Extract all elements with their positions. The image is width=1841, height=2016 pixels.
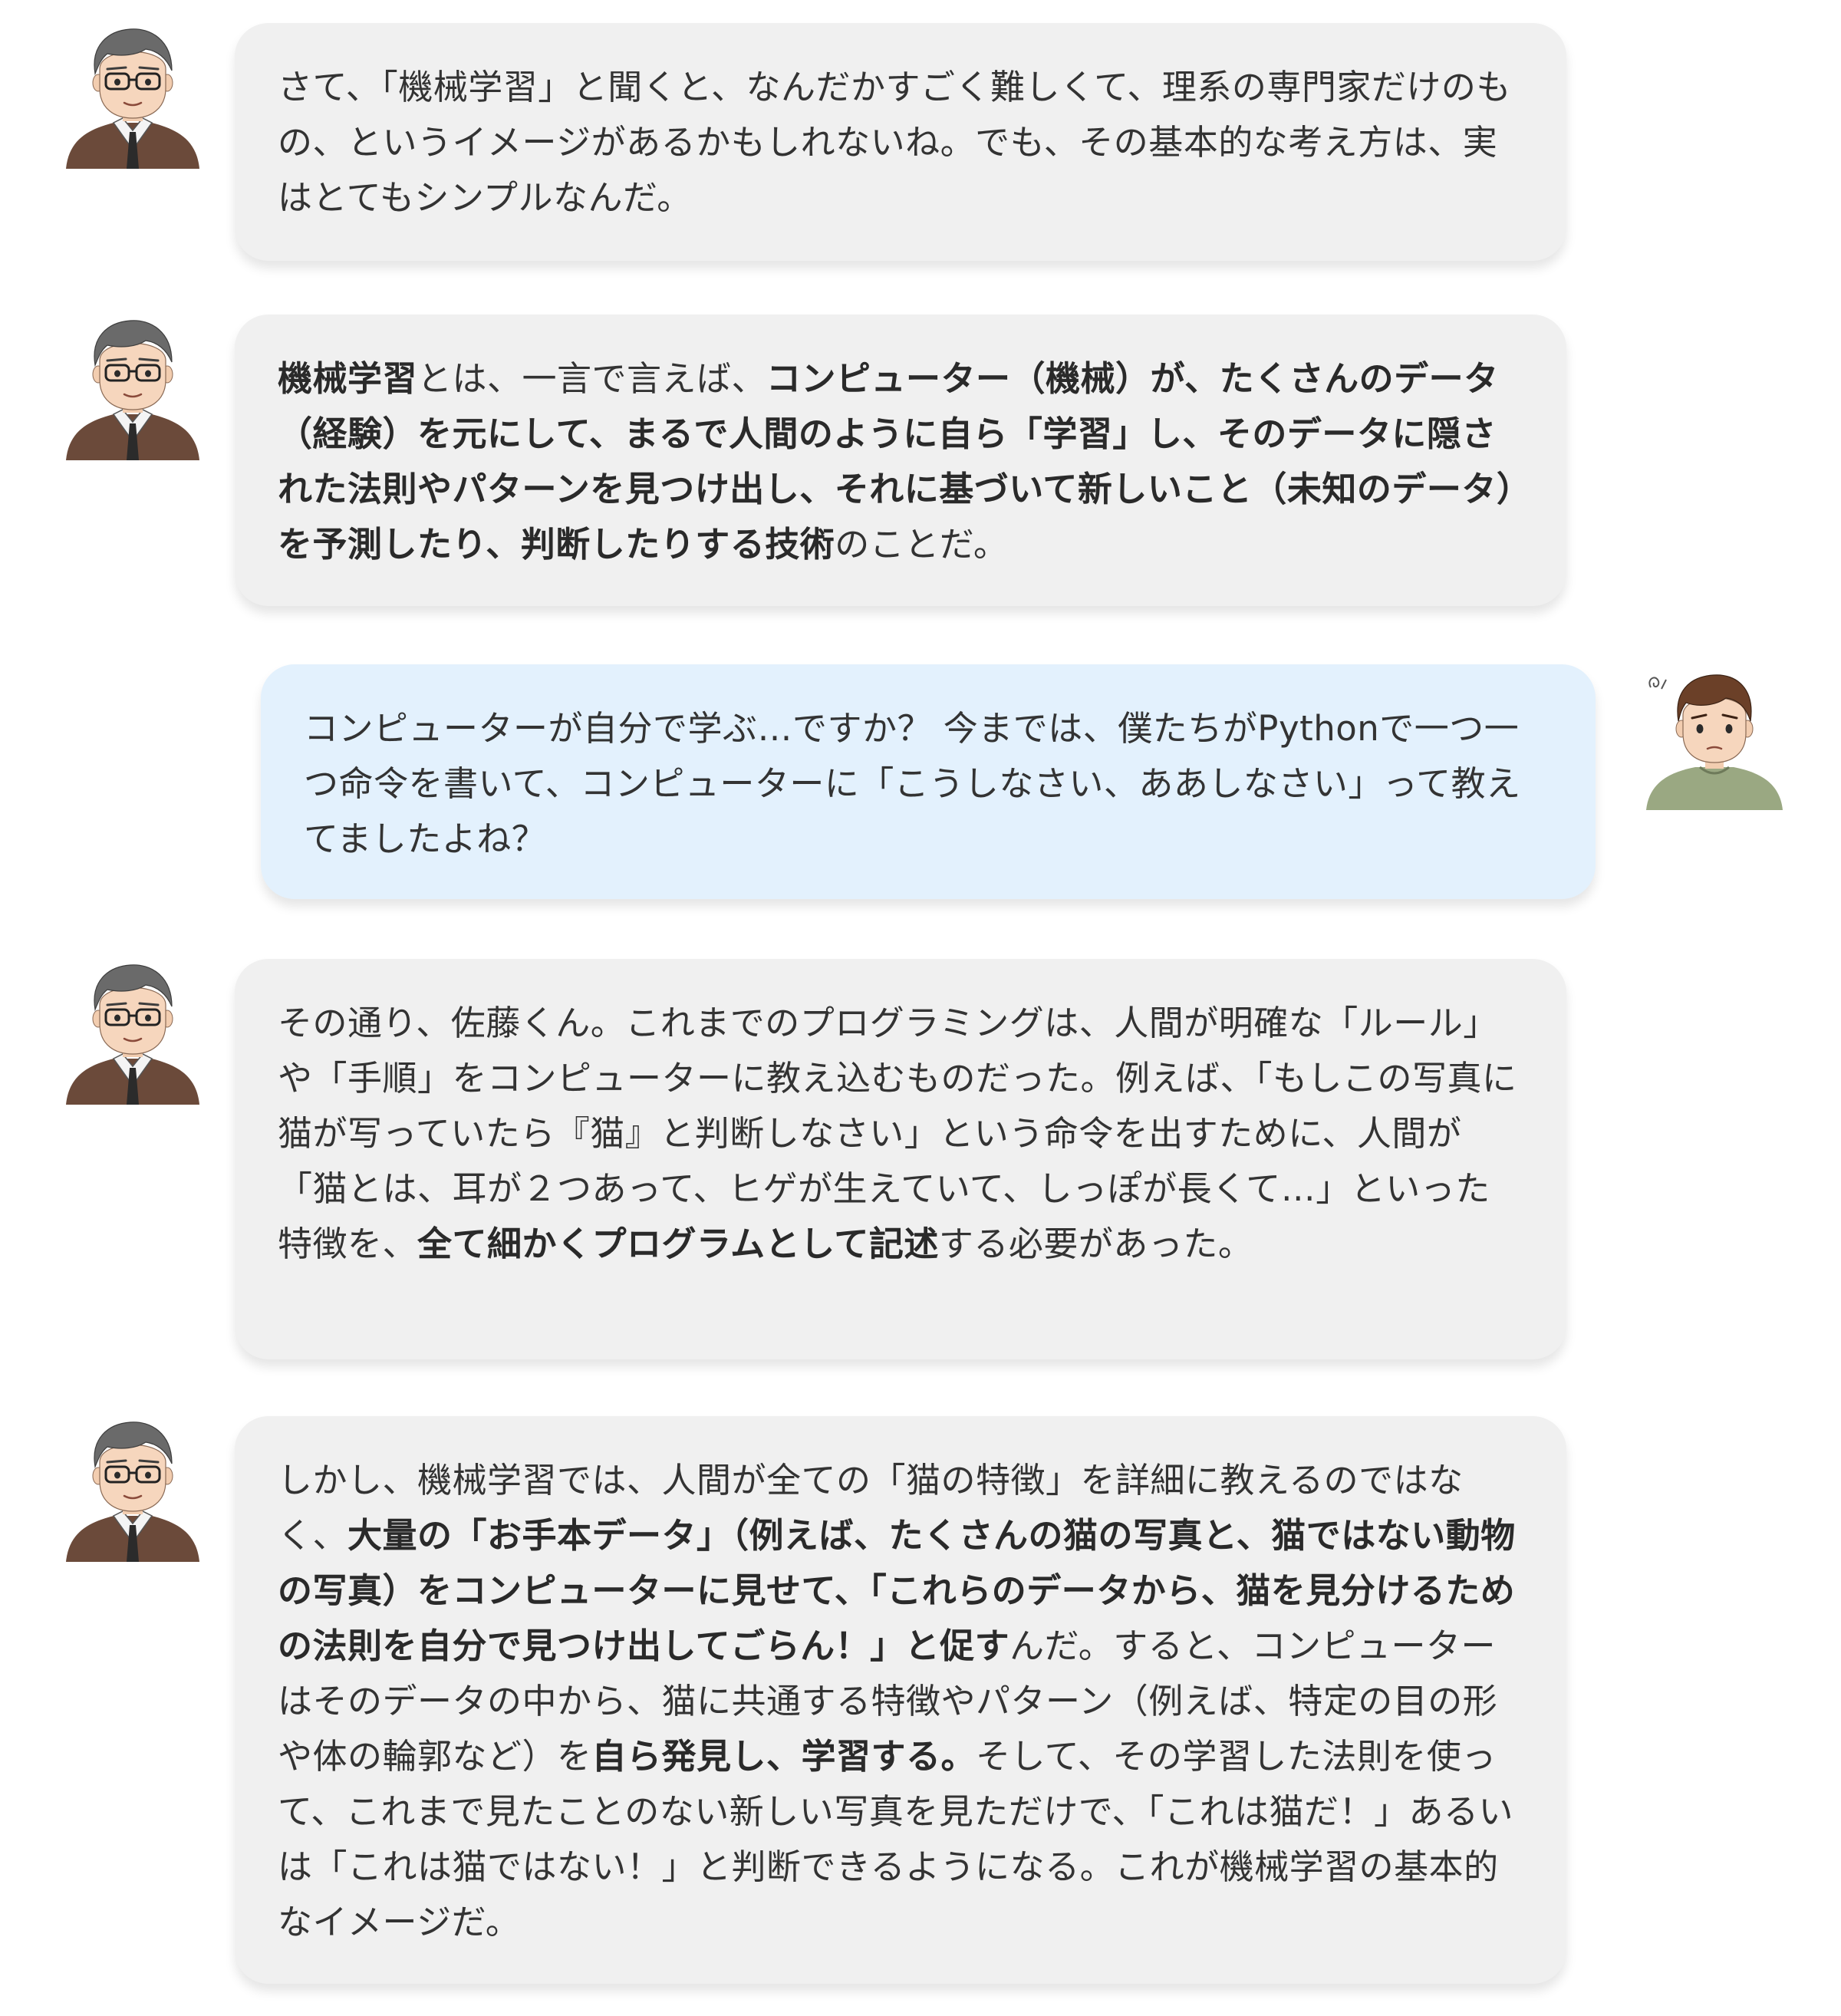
message-text: とは、一言で言えば、 bbox=[417, 358, 767, 399]
message-text-bold: 全て細かくプログラムとして記述 bbox=[417, 1224, 939, 1264]
teacher-avatar-icon bbox=[60, 959, 206, 1105]
message-bubble-3: コンピューターが自分で学ぶ…ですか？ 今までは、僕たちがPythonで一つ一つ命… bbox=[261, 664, 1596, 899]
message-bubble-2: 機械学習とは、一言で言えば、コンピューター（機械）が、たくさんのデータ（経験）を… bbox=[235, 315, 1566, 606]
message-bubble-5: しかし、機械学習では、人間が全ての「猫の特徴」を詳細に教えるのではなく、大量の「… bbox=[235, 1416, 1566, 1984]
message-text: する必要があった。 bbox=[938, 1224, 1253, 1264]
teacher-avatar-icon bbox=[60, 1416, 206, 1562]
message-text: のことだ。 bbox=[835, 524, 1009, 565]
student-avatar-icon bbox=[1642, 664, 1787, 810]
message-text-bold: 機械学習 bbox=[278, 358, 418, 399]
message-bubble-1: さて、「機械学習」と聞くと、なんだかすごく難しくて、理系の専門家だけのもの、とい… bbox=[235, 23, 1566, 261]
message-text: さて、「機械学習」と聞くと、なんだかすごく難しくて、理系の専門家だけのもの、とい… bbox=[278, 67, 1511, 218]
message-bubble-4: その通り、佐藤くん。これまでのプログラミングは、人間が明確な「ルール」や「手順」… bbox=[235, 959, 1566, 1359]
teacher-avatar-icon bbox=[60, 23, 206, 169]
teacher-avatar-icon bbox=[60, 315, 206, 460]
message-text-bold: 自ら発見し、学習する。 bbox=[591, 1736, 976, 1777]
message-text: コンピューターが自分で学ぶ…ですか？ 今までは、僕たちがPythonで一つ一つ命… bbox=[304, 708, 1521, 859]
